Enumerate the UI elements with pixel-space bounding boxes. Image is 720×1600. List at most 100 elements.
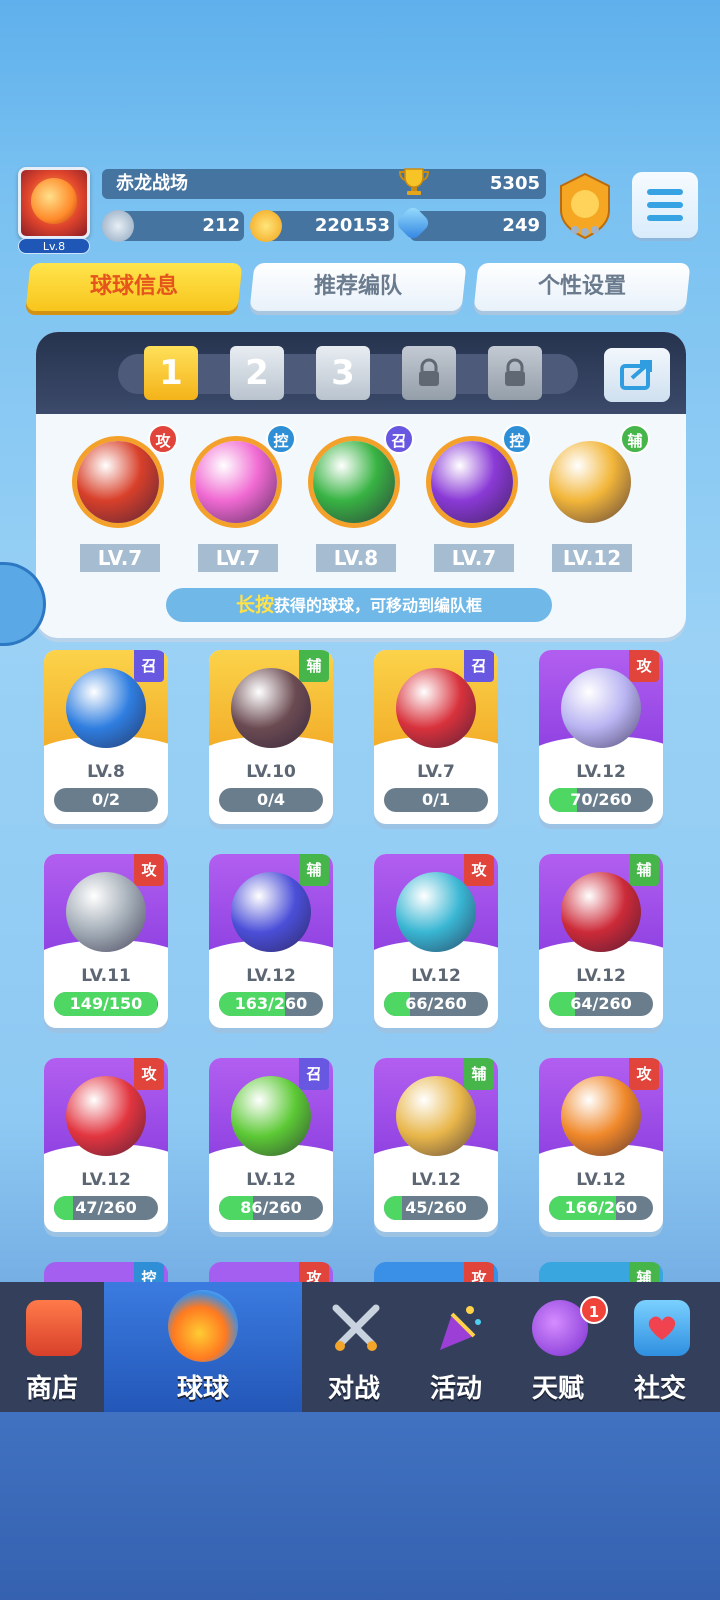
arena-name: 赤龙战场 bbox=[116, 173, 188, 194]
ball-card[interactable]: 召 LV.7 0/1 bbox=[374, 650, 498, 824]
card-progress-bar: 0/1 bbox=[384, 788, 488, 812]
ball-card[interactable]: 攻 LV.11 149/150 bbox=[44, 854, 168, 1028]
ball-icon bbox=[231, 872, 311, 952]
card-level: LV.12 bbox=[411, 1170, 461, 1190]
card-progress-bar: 0/4 bbox=[219, 788, 323, 812]
team-ball-3[interactable]: 召 bbox=[304, 424, 414, 532]
ball-icon bbox=[561, 872, 641, 952]
type-badge: 召 bbox=[299, 1058, 329, 1090]
lock-icon bbox=[505, 358, 525, 386]
progress-text: 47/260 bbox=[75, 1198, 137, 1217]
dragon-icon bbox=[31, 178, 77, 224]
nav-events[interactable]: 活动 bbox=[406, 1282, 506, 1412]
progress-text: 0/4 bbox=[256, 790, 286, 809]
type-badge: 控 bbox=[502, 424, 532, 454]
energy-icon[interactable] bbox=[102, 210, 134, 242]
share-icon bbox=[620, 360, 652, 390]
tab-ball-info[interactable]: 球球信息 bbox=[25, 263, 243, 311]
team-slot-3[interactable]: 3 bbox=[316, 346, 370, 400]
ball-icon bbox=[561, 668, 641, 748]
progress-text: 149/150 bbox=[69, 994, 143, 1013]
gold-coin-icon[interactable] bbox=[250, 210, 282, 242]
progress-text: 0/1 bbox=[421, 790, 451, 809]
card-level: LV.12 bbox=[411, 966, 461, 986]
card-progress-bar: 166/260 bbox=[549, 1196, 653, 1220]
team-ball-level: LV.7 bbox=[80, 544, 160, 572]
shop-icon bbox=[26, 1300, 82, 1356]
nav-talent[interactable]: 1 天赋 bbox=[508, 1282, 608, 1412]
player-avatar[interactable] bbox=[18, 167, 90, 239]
card-level: LV.12 bbox=[81, 1170, 131, 1190]
tab-recommended-team[interactable]: 推荐编队 bbox=[249, 263, 467, 311]
type-badge: 召 bbox=[384, 424, 414, 454]
type-badge: 辅 bbox=[620, 424, 650, 454]
card-progress-bar: 0/2 bbox=[54, 788, 158, 812]
team-slot-locked-4[interactable] bbox=[402, 346, 456, 400]
type-badge: 辅 bbox=[629, 854, 659, 886]
bottom-area bbox=[0, 1412, 720, 1600]
card-progress-bar: 149/150 bbox=[54, 992, 158, 1016]
team-ball-4[interactable]: 控 bbox=[422, 424, 532, 532]
ball-icon bbox=[561, 1076, 641, 1156]
chat-heart-icon bbox=[634, 1300, 690, 1356]
team-ball-5[interactable]: 辅 bbox=[540, 424, 650, 532]
ball-icon bbox=[396, 668, 476, 748]
rank-badge-icon[interactable] bbox=[553, 170, 617, 242]
ball-card[interactable]: 辅 LV.10 0/4 bbox=[209, 650, 333, 824]
ball-icon bbox=[231, 1076, 311, 1156]
ball-card[interactable]: 攻 LV.12 47/260 bbox=[44, 1058, 168, 1232]
team-slot-locked-5[interactable] bbox=[488, 346, 542, 400]
ball-card[interactable]: 辅 LV.12 45/260 bbox=[374, 1058, 498, 1232]
bottom-nav: 商店 球球 对战 活动 1 天赋 社交 bbox=[0, 1282, 720, 1412]
progress-text: 70/260 bbox=[570, 790, 632, 809]
ball-card[interactable]: 召 LV.12 86/260 bbox=[209, 1058, 333, 1232]
card-level: LV.8 bbox=[87, 762, 125, 782]
type-badge: 辅 bbox=[299, 854, 329, 886]
resource1-value: 212 bbox=[202, 215, 240, 236]
team-ball-level: LV.7 bbox=[198, 544, 278, 572]
ball-card[interactable]: 辅 LV.12 163/260 bbox=[209, 854, 333, 1028]
card-level: LV.12 bbox=[576, 1170, 626, 1190]
nav-balls[interactable]: 球球 bbox=[104, 1282, 302, 1412]
card-progress-bar: 47/260 bbox=[54, 1196, 158, 1220]
card-progress-bar: 70/260 bbox=[549, 788, 653, 812]
nav-battle[interactable]: 对战 bbox=[304, 1282, 404, 1412]
team-ball-1[interactable]: 攻 bbox=[68, 424, 178, 532]
team-ball-orb bbox=[431, 441, 513, 523]
ball-icon bbox=[66, 872, 146, 952]
type-badge: 攻 bbox=[134, 1058, 164, 1090]
talent-notification-badge: 1 bbox=[580, 1296, 608, 1324]
share-button[interactable] bbox=[604, 348, 670, 402]
ball-card[interactable]: 攻 LV.12 70/260 bbox=[539, 650, 663, 824]
card-level: LV.7 bbox=[417, 762, 455, 782]
hint-text: 获得的球球，可移动到编队框 bbox=[274, 596, 483, 615]
team-panel: 1 2 3 攻 控 召 控 辅 LV.7 LV.7 LV.8 LV.7 LV.1… bbox=[36, 332, 686, 638]
ball-card[interactable]: 辅 LV.12 64/260 bbox=[539, 854, 663, 1028]
team-ball-level: LV.12 bbox=[552, 544, 632, 572]
trophy-count: 5305 bbox=[489, 173, 540, 194]
team-ball-2[interactable]: 控 bbox=[186, 424, 296, 532]
team-ball-orb bbox=[549, 441, 631, 523]
ball-icon bbox=[66, 668, 146, 748]
crossed-swords-icon bbox=[328, 1300, 384, 1356]
ball-card[interactable]: 攻 LV.12 166/260 bbox=[539, 1058, 663, 1232]
type-badge: 辅 bbox=[299, 650, 329, 682]
team-ball-orb bbox=[77, 441, 159, 523]
team-ball-orb bbox=[195, 441, 277, 523]
type-badge: 辅 bbox=[464, 1058, 494, 1090]
ball-card[interactable]: 攻 LV.12 66/260 bbox=[374, 854, 498, 1028]
type-badge: 召 bbox=[134, 650, 164, 682]
menu-button[interactable] bbox=[632, 172, 698, 238]
nav-shop[interactable]: 商店 bbox=[2, 1282, 102, 1412]
progress-text: 64/260 bbox=[570, 994, 632, 1013]
ball-icon bbox=[396, 872, 476, 952]
progress-text: 163/260 bbox=[234, 994, 308, 1013]
nav-social[interactable]: 社交 bbox=[610, 1282, 710, 1412]
team-slot-1[interactable]: 1 bbox=[144, 346, 198, 400]
team-slot-2[interactable]: 2 bbox=[230, 346, 284, 400]
ball-card[interactable]: 召 LV.8 0/2 bbox=[44, 650, 168, 824]
party-popper-icon bbox=[430, 1300, 486, 1356]
card-level: LV.12 bbox=[246, 966, 296, 986]
tab-personal-settings[interactable]: 个性设置 bbox=[473, 263, 691, 311]
card-progress-bar: 45/260 bbox=[384, 1196, 488, 1220]
